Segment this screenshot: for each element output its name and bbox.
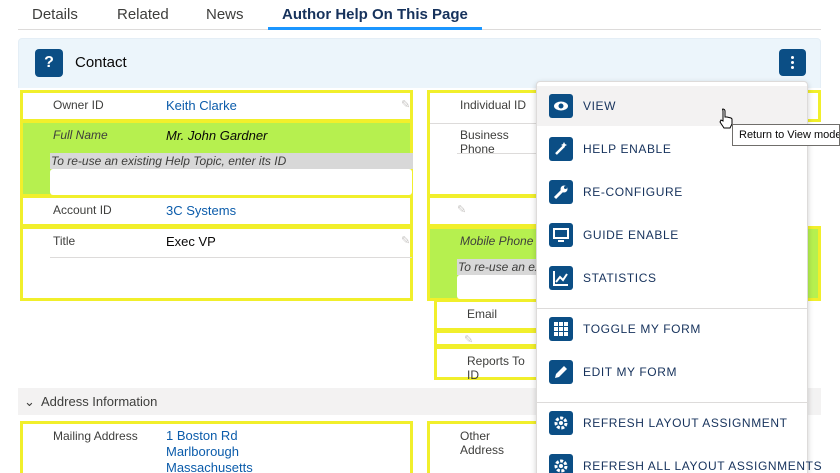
pencil-icon bbox=[549, 360, 573, 384]
field-individual-id[interactable]: Individual ID Business Phone bbox=[427, 90, 542, 197]
help-topic-id-input[interactable] bbox=[50, 169, 412, 195]
card-menu-button[interactable] bbox=[779, 49, 806, 76]
divider bbox=[430, 123, 542, 124]
help-topic-id-input[interactable] bbox=[457, 275, 542, 299]
field-other-address[interactable]: Other Address bbox=[427, 421, 539, 473]
address-line[interactable]: 1 Boston Rd bbox=[166, 428, 238, 443]
monitor-icon bbox=[549, 223, 573, 247]
address-line[interactable]: Massachusetts bbox=[166, 460, 253, 473]
field-mailing-address[interactable]: Mailing Address 1 Boston Rd Marlborough … bbox=[20, 421, 413, 473]
field-email[interactable]: Email bbox=[434, 299, 539, 331]
divider bbox=[457, 153, 542, 154]
field-label: Owner ID bbox=[53, 98, 104, 112]
help-topic-hint: To re-use an existing Help Topic, enter … bbox=[51, 154, 287, 168]
field-label: Other Address bbox=[460, 429, 505, 457]
menu-item-view[interactable]: VIEW bbox=[537, 86, 807, 126]
menu-item-refresh-layout-assignment[interactable]: REFRESH LAYOUT ASSIGNMENT bbox=[537, 403, 807, 443]
record-tabs: Details Related News Author Help On This… bbox=[18, 0, 821, 30]
field-blank[interactable]: ✎ bbox=[427, 195, 539, 227]
tab-author-help[interactable]: Author Help On This Page bbox=[268, 6, 482, 30]
help-question-icon[interactable]: ? bbox=[35, 49, 63, 77]
field-label: Account ID bbox=[53, 203, 112, 217]
gear-icon bbox=[549, 454, 573, 473]
menu-item-guide-enable[interactable]: GUIDE ENABLE bbox=[537, 215, 807, 255]
menu-item-label: HELP ENABLE bbox=[583, 142, 672, 156]
grid-icon bbox=[549, 317, 573, 341]
menu-item-label: VIEW bbox=[583, 99, 617, 113]
magic-wand-icon bbox=[549, 137, 573, 161]
menu-item-label: GUIDE ENABLE bbox=[583, 228, 679, 242]
field-label: Full Name bbox=[53, 128, 108, 142]
field-label: Individual ID bbox=[460, 98, 527, 112]
field-full-name[interactable]: Full Name Mr. John Gardner To re-use an … bbox=[20, 120, 413, 197]
menu-item-label: REFRESH LAYOUT ASSIGNMENT bbox=[583, 416, 788, 430]
menu-item-label: REFRESH ALL LAYOUT ASSIGNMENTS bbox=[583, 459, 823, 473]
tab-related[interactable]: Related bbox=[117, 6, 169, 30]
field-label: Reports To ID bbox=[467, 354, 525, 382]
field-label: Email bbox=[467, 307, 498, 321]
kebab-dot-icon bbox=[791, 66, 794, 69]
field-label: Title bbox=[53, 234, 76, 248]
gear-icon bbox=[549, 411, 573, 435]
tab-details[interactable]: Details bbox=[32, 6, 78, 30]
menu-item-re-configure[interactable]: RE-CONFIGURE bbox=[537, 172, 807, 212]
field-mobile-phone[interactable]: Mobile Phone To re-use an ex bbox=[427, 226, 542, 301]
card-title: Contact bbox=[75, 54, 127, 71]
menu-item-label: EDIT MY FORM bbox=[583, 365, 678, 379]
menu-item-label: RE-CONFIGURE bbox=[583, 185, 683, 199]
kebab-dot-icon bbox=[791, 61, 794, 64]
tab-news[interactable]: News bbox=[206, 6, 244, 30]
chart-icon bbox=[549, 266, 573, 290]
menu-item-label: STATISTICS bbox=[583, 271, 657, 285]
menu-item-toggle-my-form[interactable]: TOGGLE MY FORM bbox=[537, 309, 807, 349]
section-title: Address Information bbox=[41, 394, 158, 409]
account-link[interactable]: 3C Systems bbox=[166, 203, 236, 218]
field-title[interactable]: Title Exec VP ✎ bbox=[20, 226, 413, 301]
address-line[interactable]: Marlborough bbox=[166, 444, 239, 459]
pencil-icon[interactable]: ✎ bbox=[401, 236, 411, 247]
menu-item-refresh-all-layout-assignments[interactable]: REFRESH ALL LAYOUT ASSIGNMENTS bbox=[537, 446, 822, 473]
kebab-dot-icon bbox=[791, 56, 794, 59]
help-topic-hint: To re-use an ex bbox=[458, 260, 541, 274]
tooltip: Return to View mode bbox=[732, 124, 840, 146]
field-value: Mr. John Gardner bbox=[166, 128, 268, 143]
field-blank-2[interactable]: ✎ bbox=[434, 330, 539, 347]
divider bbox=[50, 257, 412, 258]
field-label: Business Phone bbox=[460, 128, 509, 156]
eye-icon bbox=[549, 94, 573, 118]
wrench-icon bbox=[549, 180, 573, 204]
pencil-icon[interactable]: ✎ bbox=[464, 335, 474, 346]
field-label: Mailing Address bbox=[53, 429, 138, 443]
owner-link[interactable]: Keith Clarke bbox=[166, 98, 237, 113]
menu-item-label: TOGGLE MY FORM bbox=[583, 322, 701, 336]
chevron-down-icon[interactable]: ⌄ bbox=[24, 394, 35, 410]
menu-item-statistics[interactable]: STATISTICS bbox=[537, 258, 807, 298]
pencil-icon[interactable]: ✎ bbox=[401, 100, 411, 111]
menu-item-edit-my-form[interactable]: EDIT MY FORM bbox=[537, 352, 807, 392]
field-value: Exec VP bbox=[166, 234, 216, 249]
pencil-icon[interactable]: ✎ bbox=[457, 205, 467, 216]
field-reports-to-id[interactable]: Reports To ID bbox=[434, 346, 539, 382]
field-label: Mobile Phone bbox=[460, 234, 534, 248]
field-owner-id[interactable]: Owner ID Keith Clarke ✎ bbox=[20, 90, 413, 122]
field-account-id[interactable]: Account ID 3C Systems bbox=[20, 195, 413, 227]
